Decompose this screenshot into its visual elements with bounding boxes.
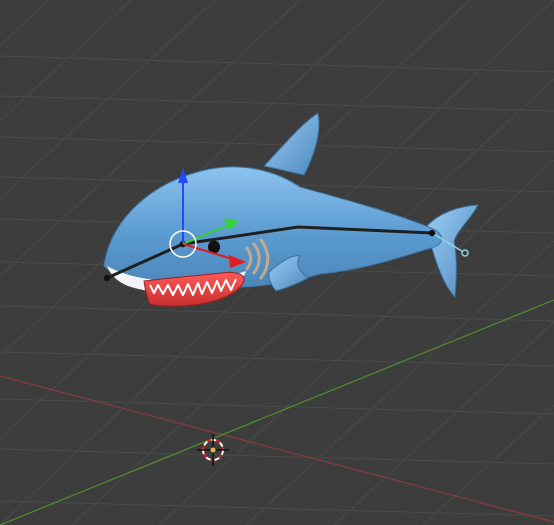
bone-tip-selected[interactable]	[461, 249, 469, 257]
shark-tail-fin[interactable]	[426, 204, 479, 299]
bone-joint-tail[interactable]	[428, 229, 436, 237]
viewport-canvas[interactable]	[0, 0, 554, 525]
3d-viewport[interactable]	[0, 0, 554, 525]
bone-joint-head[interactable]	[103, 274, 111, 282]
y-axis-line	[0, 299, 554, 525]
shark-model[interactable]	[103, 112, 479, 307]
x-axis-line	[0, 375, 554, 523]
3d-cursor-icon[interactable]	[197, 434, 229, 466]
